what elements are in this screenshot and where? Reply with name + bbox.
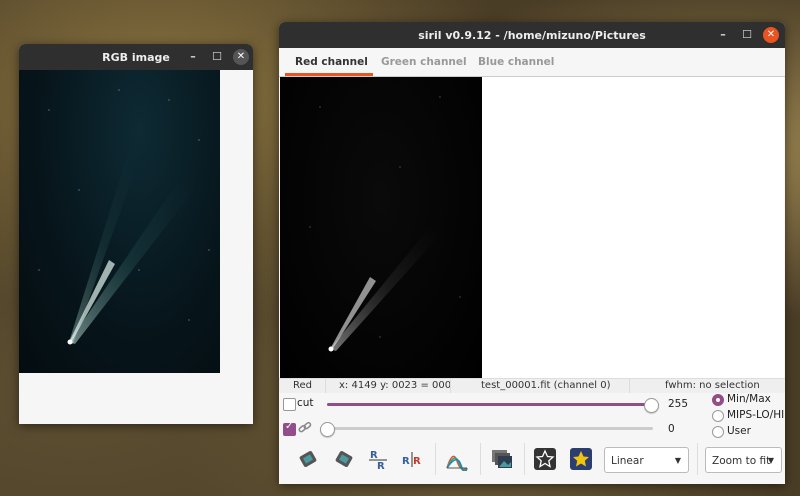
svg-text:R: R bbox=[370, 450, 378, 461]
tab-green-channel[interactable]: Green channel bbox=[381, 56, 467, 68]
status-divider bbox=[325, 379, 326, 393]
minmax-radio[interactable] bbox=[712, 394, 724, 406]
toolbar-divider bbox=[524, 443, 525, 475]
status-filename: test_00001.fit (channel 0) bbox=[481, 380, 611, 391]
lower-level-slider[interactable] bbox=[320, 422, 653, 437]
minimize-icon[interactable]: – bbox=[185, 49, 201, 65]
mips-label[interactable]: MIPS-LO/HI bbox=[727, 409, 784, 421]
toolbar-divider bbox=[697, 443, 698, 475]
mirror-x-icon[interactable]: RR bbox=[366, 447, 390, 472]
channel-tabs: Red channel Green channel Blue channel bbox=[279, 48, 785, 77]
chevron-down-icon: ▼ bbox=[767, 456, 774, 465]
rgb-window-empty-area bbox=[220, 70, 253, 424]
active-tab-indicator bbox=[285, 73, 373, 76]
toolbar-divider bbox=[435, 443, 436, 475]
upper-slider-handle[interactable] bbox=[644, 398, 659, 413]
upper-slider-fill bbox=[327, 403, 650, 406]
upper-level-value: 255 bbox=[668, 398, 689, 410]
scale-select-value: Linear bbox=[611, 455, 644, 467]
siril-main-window: siril v0.9.12 - /home/mizuno/Pictures – … bbox=[279, 22, 785, 484]
lower-level-value: 0 bbox=[668, 423, 675, 435]
status-fwhm: fwhm: no selection bbox=[665, 380, 760, 391]
cut-checkbox[interactable] bbox=[283, 398, 296, 411]
svg-text:R: R bbox=[413, 456, 421, 467]
siril-window-title: siril v0.9.12 - /home/mizuno/Pictures bbox=[418, 29, 646, 42]
close-icon[interactable]: ✕ bbox=[233, 49, 249, 65]
rgb-window-titlebar[interactable]: RGB image – ☐ ✕ bbox=[19, 44, 253, 70]
star-finder-icon[interactable] bbox=[533, 447, 557, 471]
maximize-icon[interactable]: ☐ bbox=[739, 27, 755, 43]
zoom-select[interactable]: Zoom to fit ▼ bbox=[705, 447, 782, 473]
minimize-icon[interactable]: – bbox=[715, 27, 731, 43]
toolbar-divider bbox=[480, 443, 481, 475]
maximize-icon[interactable]: ☐ bbox=[209, 49, 225, 65]
status-bar: Red x: 4149 y: 0023 = 000 test_00001.fit… bbox=[279, 378, 785, 393]
close-icon[interactable]: ✕ bbox=[763, 27, 779, 43]
chevron-down-icon: ▼ bbox=[674, 456, 681, 465]
user-label[interactable]: User bbox=[727, 425, 751, 437]
comet-grayscale-image bbox=[309, 96, 461, 352]
rotate-right-icon[interactable] bbox=[332, 447, 356, 471]
comet-rgb-image bbox=[38, 89, 210, 345]
link-icon[interactable] bbox=[297, 420, 313, 436]
lower-slider-handle[interactable] bbox=[320, 422, 335, 437]
mirror-y-icon[interactable]: RR bbox=[400, 447, 424, 471]
status-channel: Red bbox=[293, 380, 312, 391]
zoom-select-value: Zoom to fit bbox=[712, 455, 771, 467]
red-channel-image bbox=[280, 77, 482, 379]
rotate-left-icon[interactable] bbox=[296, 447, 320, 471]
siril-titlebar[interactable]: siril v0.9.12 - /home/mizuno/Pictures – … bbox=[279, 22, 785, 48]
user-radio[interactable] bbox=[712, 426, 724, 438]
minmax-label[interactable]: Min/Max bbox=[727, 393, 771, 405]
status-divider bbox=[629, 379, 630, 393]
svg-text:R: R bbox=[377, 461, 385, 471]
image-sequence-icon[interactable] bbox=[490, 447, 514, 471]
upper-level-slider[interactable] bbox=[327, 398, 659, 413]
tab-red-channel[interactable]: Red channel bbox=[295, 56, 368, 68]
lower-slider-track bbox=[320, 427, 653, 430]
status-coordinates: x: 4149 y: 0023 = 000 bbox=[339, 380, 452, 391]
rgb-image-canvas[interactable] bbox=[19, 70, 220, 373]
histogram-icon[interactable] bbox=[445, 447, 469, 473]
image-viewport[interactable] bbox=[280, 77, 784, 379]
tab-blue-channel[interactable]: Blue channel bbox=[478, 56, 554, 68]
scale-select[interactable]: Linear ▼ bbox=[604, 447, 689, 473]
status-divider bbox=[450, 379, 451, 393]
svg-text:R: R bbox=[402, 456, 410, 467]
link-checkbox[interactable] bbox=[283, 421, 296, 436]
mips-radio[interactable] bbox=[712, 410, 724, 422]
cut-label: cut bbox=[297, 397, 314, 409]
photometry-star-icon[interactable] bbox=[569, 447, 593, 471]
rgb-image-window: RGB image – ☐ ✕ bbox=[19, 44, 253, 424]
